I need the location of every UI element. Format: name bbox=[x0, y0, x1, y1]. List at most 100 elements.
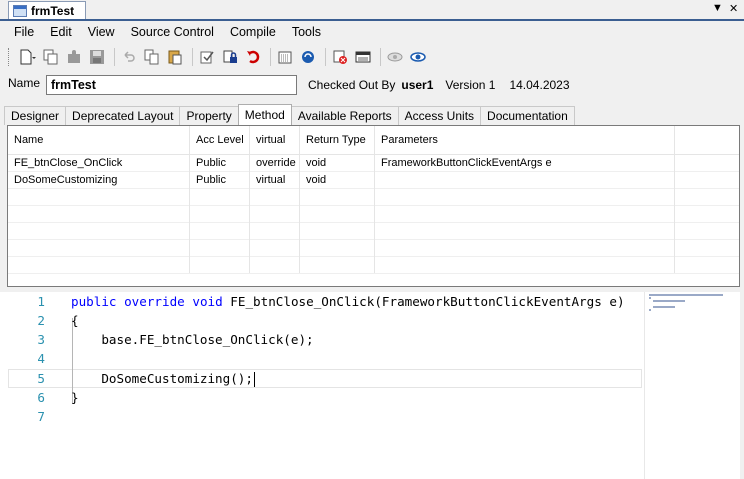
dropdown-arrow-icon[interactable]: ▼ bbox=[712, 2, 723, 14]
code-line[interactable]: 2 { bbox=[0, 311, 640, 330]
checked-out-label: Checked Out By bbox=[308, 78, 396, 92]
code-minimap[interactable] bbox=[644, 292, 740, 479]
save-button[interactable] bbox=[87, 47, 107, 67]
cell-acc-level: Public bbox=[190, 171, 250, 188]
code-text: DoSomeCustomizing(); bbox=[71, 371, 253, 386]
code-line[interactable]: 4 bbox=[0, 349, 640, 368]
menu-tools[interactable]: Tools bbox=[284, 25, 329, 39]
check-icon bbox=[200, 51, 214, 63]
lock-button[interactable] bbox=[220, 47, 240, 67]
tab-access-units[interactable]: Access Units bbox=[397, 106, 482, 125]
empty-row bbox=[8, 188, 739, 206]
tab-method[interactable]: Method bbox=[237, 104, 292, 125]
new-document-icon bbox=[20, 49, 36, 64]
sync-button[interactable] bbox=[298, 47, 318, 67]
cell-return-type: void bbox=[300, 154, 375, 171]
column-header-acc-level[interactable]: Acc Level bbox=[190, 126, 250, 154]
empty-row bbox=[8, 205, 739, 223]
code-line[interactable]: 1 public override void FE_btnClose_OnCli… bbox=[0, 292, 640, 311]
line-number: 6 bbox=[37, 390, 45, 405]
column-header-parameters[interactable]: Parameters bbox=[375, 126, 675, 154]
menu-edit[interactable]: Edit bbox=[42, 25, 80, 39]
puzzle-button[interactable] bbox=[64, 47, 84, 67]
revert-button[interactable] bbox=[243, 47, 263, 67]
line-number: 7 bbox=[37, 409, 45, 424]
keyword: void bbox=[192, 294, 223, 309]
name-label: Name bbox=[8, 76, 41, 90]
vertical-scrollbar[interactable] bbox=[740, 292, 744, 479]
tab-designer[interactable]: Designer bbox=[4, 106, 67, 125]
document-tab-bar bbox=[0, 0, 744, 21]
table-row[interactable]: FE_btnClose_OnClick Public override void… bbox=[8, 154, 739, 172]
toolbar-separator bbox=[325, 47, 326, 66]
name-field[interactable]: frmTest bbox=[46, 75, 297, 95]
delete-button[interactable] bbox=[330, 47, 350, 67]
checked-out-user: user1 bbox=[401, 78, 434, 92]
menu-view[interactable]: View bbox=[80, 25, 123, 39]
menu-source-control[interactable]: Source Control bbox=[123, 25, 222, 39]
code-line[interactable]: 5 DoSomeCustomizing(); bbox=[0, 369, 640, 388]
paste-button[interactable] bbox=[165, 47, 185, 67]
toolbar-grip[interactable] bbox=[8, 47, 12, 66]
menu-compile[interactable]: Compile bbox=[222, 25, 284, 39]
code-line[interactable]: 7 bbox=[0, 407, 640, 426]
column-header-name[interactable]: Name bbox=[8, 126, 190, 154]
tab-documentation[interactable]: Documentation bbox=[480, 106, 575, 125]
splitter[interactable] bbox=[7, 287, 740, 289]
code-text: base.FE_btnClose_OnClick(e); bbox=[71, 332, 314, 347]
checkout-date: 14.04.2023 bbox=[509, 78, 570, 92]
new-document-button[interactable] bbox=[18, 47, 38, 67]
cell-name: DoSomeCustomizing bbox=[8, 171, 190, 188]
cell-parameters: FrameworkButtonClickEventArgs e bbox=[375, 154, 675, 171]
puzzle-icon bbox=[68, 49, 80, 63]
copy-icon bbox=[144, 49, 159, 64]
empty-row bbox=[8, 222, 739, 240]
code-text: { bbox=[71, 313, 79, 328]
copy-button[interactable] bbox=[142, 47, 162, 67]
tab-available-reports[interactable]: Available Reports bbox=[290, 106, 399, 125]
toolbar-separator bbox=[192, 47, 193, 66]
minimap-line bbox=[649, 309, 651, 311]
line-number: 5 bbox=[37, 371, 45, 386]
paste-icon bbox=[168, 50, 182, 64]
undo-button[interactable] bbox=[119, 47, 139, 67]
toolbar-separator bbox=[114, 47, 115, 66]
document-tab-title: frmTest bbox=[31, 3, 75, 18]
grid-header-row: Name Acc Level virtual Return Type Param… bbox=[8, 126, 739, 155]
line-number: 4 bbox=[37, 351, 45, 366]
minimap-line bbox=[649, 294, 723, 296]
minimap-line bbox=[653, 306, 675, 308]
close-icon[interactable]: ✕ bbox=[729, 2, 738, 15]
open-button[interactable] bbox=[41, 47, 61, 67]
code-line[interactable]: 3 base.FE_btnClose_OnClick(e); bbox=[0, 330, 640, 349]
tab-property[interactable]: Property bbox=[179, 106, 239, 125]
column-header-virtual[interactable]: virtual bbox=[250, 126, 300, 154]
document-tab[interactable]: frmTest bbox=[8, 1, 86, 19]
cell-acc-level: Public bbox=[190, 154, 250, 171]
list-button[interactable] bbox=[275, 47, 295, 67]
window-button[interactable] bbox=[353, 47, 373, 67]
toolbar-separator bbox=[380, 47, 381, 66]
eye-settings-icon bbox=[410, 51, 426, 62]
cell-name: FE_btnClose_OnClick bbox=[8, 154, 190, 171]
minimap-line bbox=[649, 297, 651, 299]
toolbar bbox=[0, 43, 744, 70]
preview-settings-button[interactable] bbox=[408, 47, 428, 67]
code-editor[interactable]: 1 public override void FE_btnClose_OnCli… bbox=[0, 292, 744, 479]
keyword: public bbox=[71, 294, 117, 309]
code-line[interactable]: 6 } bbox=[0, 388, 640, 407]
table-row[interactable]: DoSomeCustomizing Public virtual void bbox=[8, 171, 739, 189]
tab-strip: Designer Deprecated Layout Property Meth… bbox=[4, 104, 575, 125]
column-header-return-type[interactable]: Return Type bbox=[300, 126, 375, 154]
empty-row bbox=[8, 239, 739, 257]
cell-virtual: override bbox=[250, 154, 300, 171]
window-icon bbox=[355, 51, 371, 62]
revert-icon bbox=[247, 50, 260, 63]
checkout-info: Checked Out By user1 Version 1 14.04.202… bbox=[308, 78, 570, 92]
check-in-button[interactable] bbox=[197, 47, 217, 67]
tab-deprecated-layout[interactable]: Deprecated Layout bbox=[65, 106, 181, 125]
preview-button[interactable] bbox=[385, 47, 405, 67]
menu-file[interactable]: File bbox=[0, 25, 42, 39]
lock-icon bbox=[223, 50, 237, 63]
code-text: } bbox=[71, 390, 79, 405]
